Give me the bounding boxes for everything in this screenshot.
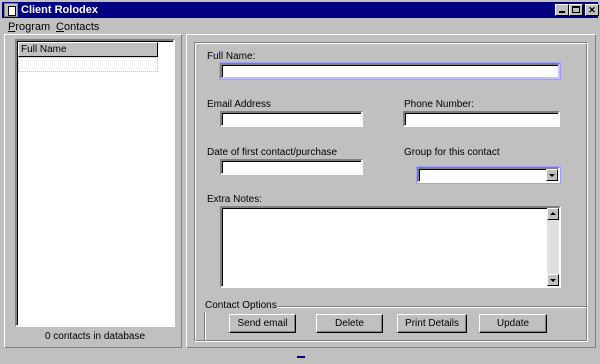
- email-input[interactable]: [220, 111, 363, 127]
- contact-form: Full Name: Email Address Phone Number: D…: [194, 42, 588, 342]
- maximize-button[interactable]: [569, 4, 583, 16]
- contacts-count-label: 0 contacts in database: [44, 331, 146, 342]
- app-window: Client Rolodex ✕ Program Contacts Full N…: [0, 0, 600, 364]
- minimize-button[interactable]: [555, 4, 569, 16]
- full-name-input[interactable]: [220, 63, 560, 79]
- window-title: Client Rolodex: [21, 4, 99, 16]
- dropdown-arrow-icon[interactable]: [546, 169, 558, 181]
- group-select[interactable]: [417, 167, 560, 183]
- list-item[interactable]: [18, 57, 158, 72]
- group-label: Group for this contact: [404, 147, 500, 158]
- phone-input[interactable]: [403, 111, 560, 127]
- column-header-full-name[interactable]: Full Name: [18, 42, 158, 57]
- contacts-listbox[interactable]: Full Name: [15, 39, 175, 327]
- maximize-icon: [572, 6, 580, 13]
- scroll-down-icon[interactable]: [547, 274, 559, 286]
- update-button[interactable]: Update: [479, 314, 547, 333]
- phone-label: Phone Number:: [404, 99, 475, 110]
- notes-scrollbar[interactable]: [547, 208, 559, 286]
- email-label: Email Address: [207, 99, 271, 110]
- first-contact-date-label: Date of first contact/purchase: [207, 147, 338, 158]
- extra-notes-textarea[interactable]: [220, 206, 561, 288]
- full-name-label: Full Name:: [207, 51, 256, 62]
- contact-options-title: Contact Options: [204, 300, 278, 312]
- contact-details-panel: Full Name: Email Address Phone Number: D…: [186, 34, 596, 348]
- menu-bar: Program Contacts: [2, 19, 598, 35]
- first-contact-date-input[interactable]: [220, 159, 363, 175]
- status-indicator: [297, 356, 305, 358]
- contacts-panel: Full Name 0 contacts in database: [4, 34, 182, 348]
- scroll-up-icon[interactable]: [547, 208, 559, 220]
- app-icon[interactable]: [4, 3, 18, 17]
- close-button[interactable]: ✕: [585, 4, 599, 16]
- title-bar[interactable]: Client Rolodex ✕: [2, 2, 599, 18]
- close-icon: ✕: [588, 5, 596, 15]
- menu-program[interactable]: Program: [8, 21, 50, 34]
- extra-notes-label: Extra Notes:: [207, 194, 263, 205]
- delete-button[interactable]: Delete: [316, 314, 383, 333]
- send-email-button[interactable]: Send email: [229, 314, 296, 333]
- minimize-icon: [559, 11, 565, 13]
- menu-contacts[interactable]: Contacts: [56, 21, 99, 34]
- print-details-button[interactable]: Print Details: [397, 314, 467, 333]
